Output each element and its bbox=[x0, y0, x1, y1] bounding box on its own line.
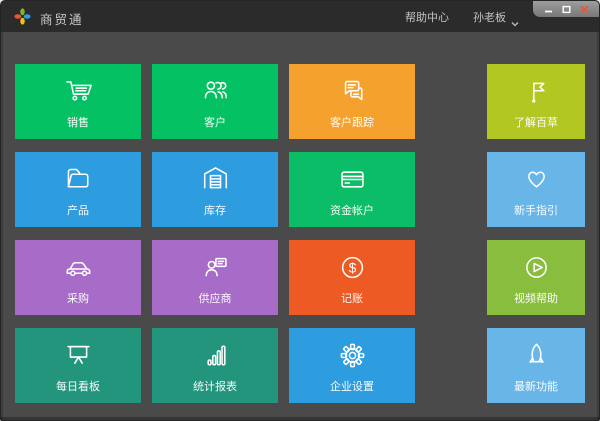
app-logo-icon bbox=[14, 8, 31, 25]
help-center-link[interactable]: 帮助中心 bbox=[405, 9, 449, 25]
bank-card-icon bbox=[334, 158, 371, 200]
tile-customers[interactable]: 客户 bbox=[152, 64, 278, 139]
tile-label: 新手指引 bbox=[514, 205, 558, 217]
tile-video-help[interactable]: 视频帮助 bbox=[487, 240, 585, 315]
tile-label: 客户跟踪 bbox=[330, 117, 374, 129]
tile-bookkeeping[interactable]: $ 记账 bbox=[289, 240, 415, 315]
presentation-board-icon bbox=[60, 334, 97, 376]
tile-purchasing[interactable]: 采购 bbox=[15, 240, 141, 315]
tile-label: 产品 bbox=[67, 205, 89, 217]
minimize-button[interactable] bbox=[544, 5, 553, 14]
user-menu[interactable]: 孙老板 bbox=[473, 9, 519, 26]
username: 孙老板 bbox=[473, 11, 506, 24]
tile-label: 了解百草 bbox=[514, 117, 558, 129]
tile-label: 库存 bbox=[204, 205, 226, 217]
car-icon bbox=[60, 246, 97, 288]
app-window: 商贸通 帮助中心 孙老板 销售 客户 客户跟踪产品 库存 资金帐户采购 供应商 $ 记账每日看… bbox=[0, 0, 600, 421]
tile-label: 企业设置 bbox=[330, 381, 374, 393]
app-title: 商贸通 bbox=[40, 13, 84, 27]
heart-icon bbox=[518, 158, 555, 200]
tile-company-settings[interactable]: 企业设置 bbox=[289, 328, 415, 403]
tile-label: 最新功能 bbox=[514, 381, 558, 393]
svg-text:$: $ bbox=[348, 259, 356, 275]
tile-label: 供应商 bbox=[198, 293, 232, 305]
tile-label: 采购 bbox=[67, 293, 89, 305]
tile-label: 统计报表 bbox=[193, 381, 237, 393]
tile-suppliers[interactable]: 供应商 bbox=[152, 240, 278, 315]
tile-beginner-guide[interactable]: 新手指引 bbox=[487, 152, 585, 227]
rocket-icon bbox=[518, 334, 555, 376]
tile-label: 资金帐户 bbox=[330, 205, 374, 217]
tile-label: 视频帮助 bbox=[514, 293, 558, 305]
chevron-down-icon bbox=[511, 14, 519, 26]
supplier-card-icon bbox=[197, 246, 234, 288]
main-tile-grid: 销售 客户 客户跟踪产品 库存 资金帐户采购 供应商 $ 记账每日看板 统计报表 企业设置 bbox=[15, 64, 415, 403]
tile-latest-features[interactable]: 最新功能 bbox=[487, 328, 585, 403]
flag-icon bbox=[518, 70, 555, 112]
window-controls bbox=[533, 1, 599, 17]
folder-icon bbox=[60, 158, 97, 200]
gear-icon bbox=[334, 334, 371, 376]
tile-label: 销售 bbox=[67, 117, 89, 129]
titlebar: 商贸通 帮助中心 孙老板 bbox=[1, 1, 599, 32]
tile-customer-follow-up[interactable]: 客户跟踪 bbox=[289, 64, 415, 139]
tile-sales[interactable]: 销售 bbox=[15, 64, 141, 139]
warehouse-icon bbox=[197, 158, 234, 200]
cart-icon bbox=[60, 70, 97, 112]
play-circle-icon bbox=[518, 246, 555, 288]
tile-daily-board[interactable]: 每日看板 bbox=[15, 328, 141, 403]
tile-label: 记账 bbox=[341, 293, 363, 305]
maximize-button[interactable] bbox=[562, 5, 571, 14]
tile-statistics-reports[interactable]: 统计报表 bbox=[152, 328, 278, 403]
tile-inventory[interactable]: 库存 bbox=[152, 152, 278, 227]
tile-capital-accounts[interactable]: 资金帐户 bbox=[289, 152, 415, 227]
chat-bubbles-icon bbox=[334, 70, 371, 112]
tile-learn-baicao[interactable]: 了解百草 bbox=[487, 64, 585, 139]
bar-chart-icon bbox=[197, 334, 234, 376]
tile-products[interactable]: 产品 bbox=[15, 152, 141, 227]
tile-label: 每日看板 bbox=[56, 381, 100, 393]
close-button[interactable] bbox=[580, 5, 589, 14]
tile-label: 客户 bbox=[204, 117, 226, 129]
customers-icon bbox=[197, 70, 234, 112]
side-tile-grid: 了解百草新手指引视频帮助最新功能 bbox=[487, 64, 585, 403]
dollar-circle-icon: $ bbox=[334, 246, 371, 288]
